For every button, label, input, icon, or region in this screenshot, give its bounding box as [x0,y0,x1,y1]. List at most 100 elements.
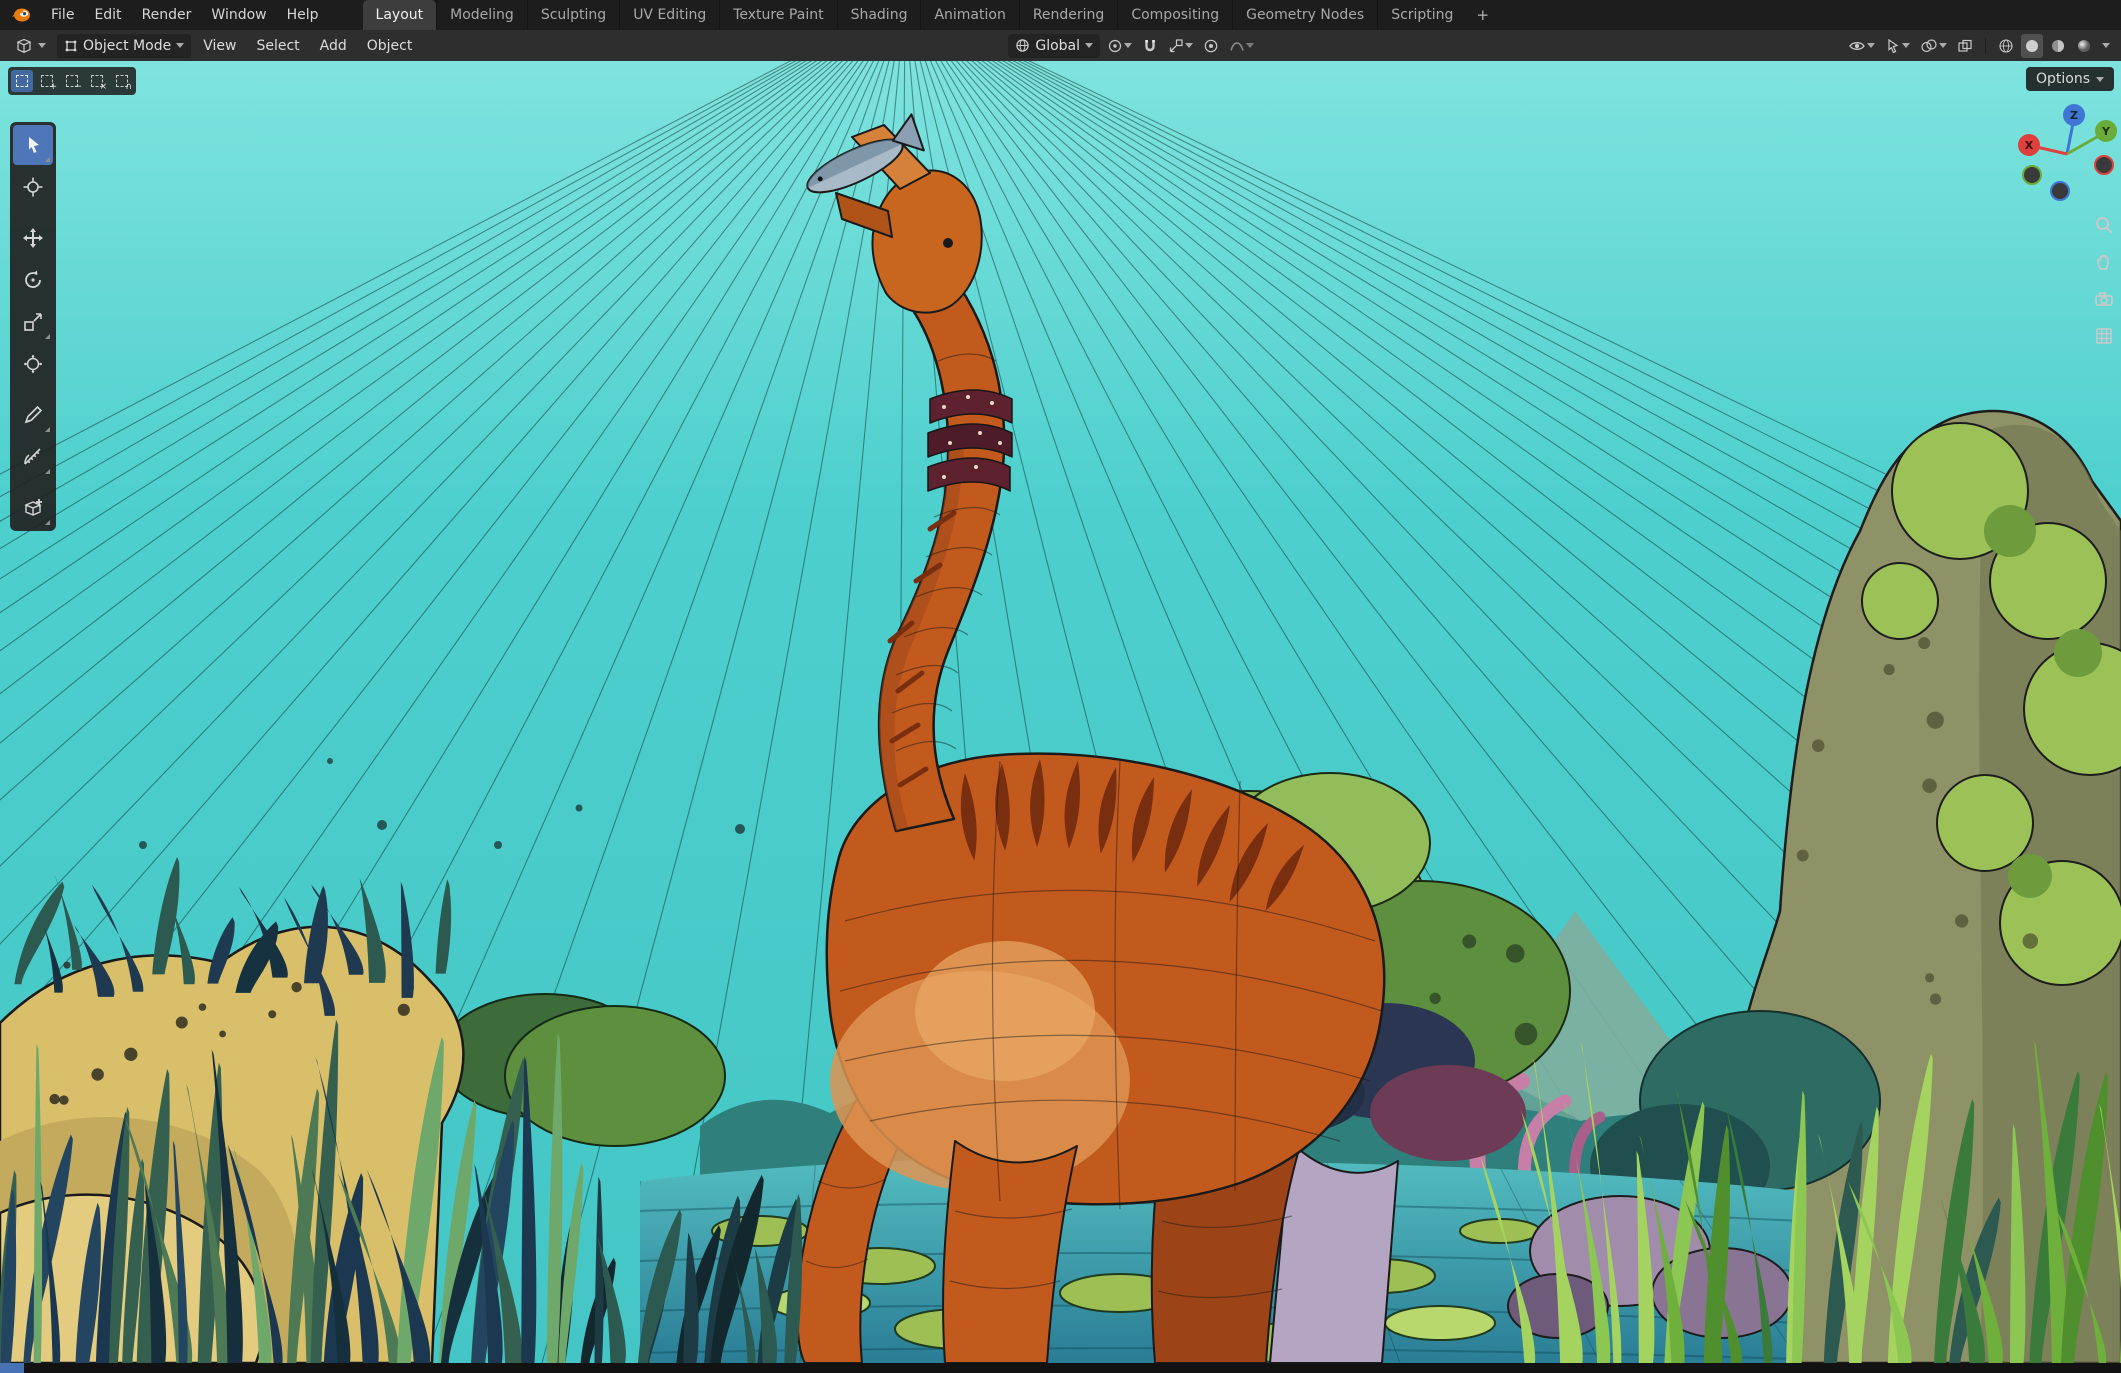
object-visibility-icon [1848,38,1866,54]
proportional-editing-icon [1203,38,1219,54]
bottom-editor-strip[interactable] [0,1363,2121,1373]
shading-solid-button[interactable] [2021,34,2043,58]
shading-rendered-button[interactable] [2073,34,2095,58]
shading-material-button[interactable] [2047,34,2069,58]
chevron-down-icon [1246,43,1254,48]
tab-texture-paint[interactable]: Texture Paint [719,0,836,30]
viewport-canvas[interactable] [0,61,2121,1363]
workspace-tabs: Layout Modeling Sculpting UV Editing Tex… [363,0,1500,30]
snap-toggle[interactable] [1139,34,1161,58]
mode-label: Object Mode [83,38,171,54]
proportional-editing-toggle[interactable] [1200,34,1222,58]
perspective-toggle-button[interactable] [2093,325,2115,347]
menu-edit[interactable]: Edit [84,0,131,30]
chevron-down-icon [1124,43,1132,48]
mode-dropdown[interactable]: Object Mode [57,34,191,58]
gizmo-y-label: Y [2101,125,2111,138]
shading-wireframe-button[interactable] [1995,34,2017,58]
chevron-down-icon [176,43,184,48]
xray-icon [1957,38,1973,54]
tab-layout[interactable]: Layout [363,0,437,30]
xray-toggle[interactable] [1954,34,1976,58]
menu-object[interactable]: Object [359,34,421,58]
options-button[interactable]: Options [2026,67,2114,91]
chevron-down-icon [1185,43,1193,48]
blender-logo-icon[interactable] [0,0,41,30]
gizmo-y-neg-axis[interactable] [2023,166,2041,184]
menu-help[interactable]: Help [277,0,329,30]
snap-settings-dropdown[interactable] [1165,34,1196,58]
menu-file[interactable]: File [41,0,84,30]
select-mode-intersect[interactable]: ∩ [111,70,133,92]
select-mode-invert[interactable]: × [86,70,108,92]
tab-uv-editing[interactable]: UV Editing [619,0,719,30]
zoom-button[interactable] [2093,214,2115,236]
shading-settings-dropdown[interactable] [2099,34,2113,58]
menu-select[interactable]: Select [248,34,307,58]
snap-magnet-icon [1142,38,1158,54]
tool-shelf [10,122,56,531]
overlays-dropdown[interactable] [1917,34,1950,58]
editor-3d-viewport-icon [15,37,33,55]
gizmo-z-neg-axis[interactable] [2051,182,2069,200]
tab-geometry-nodes[interactable]: Geometry Nodes [1232,0,1377,30]
dino-eye [943,238,953,248]
menu-add[interactable]: Add [312,34,355,58]
camera-view-button[interactable] [2093,288,2115,310]
chevron-down-icon [2096,77,2104,82]
overlays-icon [1920,38,1938,54]
gizmo-x-neg-axis[interactable] [2095,156,2113,174]
tool-transform[interactable] [13,344,53,384]
tab-scripting[interactable]: Scripting [1377,0,1466,30]
gizmo-z-label: Z [2070,109,2078,122]
menu-render[interactable]: Render [132,0,202,30]
pan-button[interactable] [2093,251,2115,273]
select-mode-strip: + − × ∩ [8,67,136,95]
orientation-globe-icon [1015,38,1030,53]
viewport-header: Object Mode View Select Add Object Globa… [0,30,2121,61]
bottom-strip-accent [0,1363,24,1373]
tab-shading[interactable]: Shading [837,0,921,30]
tab-sculpting[interactable]: Sculpting [527,0,619,30]
tool-measure[interactable] [13,437,53,477]
chevron-down-icon [1085,43,1093,48]
tool-select-box[interactable] [13,125,53,165]
select-mode-extend[interactable]: + [36,70,58,92]
select-mode-new[interactable] [11,70,33,92]
gizmos-icon [1885,38,1901,54]
tab-compositing[interactable]: Compositing [1117,0,1232,30]
editor-type-button[interactable] [8,34,53,58]
menu-view[interactable]: View [195,34,244,58]
tool-add-cube[interactable] [13,488,53,528]
proportional-falloff-icon [1229,38,1245,54]
tab-rendering[interactable]: Rendering [1019,0,1118,30]
pivot-point-dropdown[interactable] [1104,34,1135,58]
pivot-point-icon [1107,38,1123,54]
select-mode-subtract[interactable]: − [61,70,83,92]
object-visibility-dropdown[interactable] [1845,34,1878,58]
gizmo-x-label: X [2025,139,2034,152]
tool-cursor[interactable] [13,167,53,207]
add-workspace-button[interactable]: + [1466,0,1499,30]
gizmos-dropdown[interactable] [1882,34,1913,58]
proportional-falloff-dropdown[interactable] [1226,34,1257,58]
chevron-down-icon [1902,43,1910,48]
tool-annotate[interactable] [13,395,53,435]
orientation-label: Global [1035,38,1080,54]
options-label: Options [2036,71,2090,87]
shading-rendered-icon [2076,38,2092,54]
menu-window[interactable]: Window [201,0,276,30]
tab-modeling[interactable]: Modeling [436,0,527,30]
tool-scale[interactable] [13,302,53,342]
shading-material-icon [2050,38,2066,54]
transform-orientation-dropdown[interactable]: Global [1008,34,1100,58]
tool-rotate[interactable] [13,260,53,300]
shading-wireframe-icon [1998,38,2014,54]
tab-animation[interactable]: Animation [920,0,1018,30]
tool-move[interactable] [13,218,53,258]
snap-target-icon [1168,38,1184,54]
chevron-down-icon [1867,43,1875,48]
shading-solid-icon [2024,38,2040,54]
navigation-gizmo[interactable]: Z Y X [2012,99,2121,209]
object-mode-icon [64,39,78,53]
